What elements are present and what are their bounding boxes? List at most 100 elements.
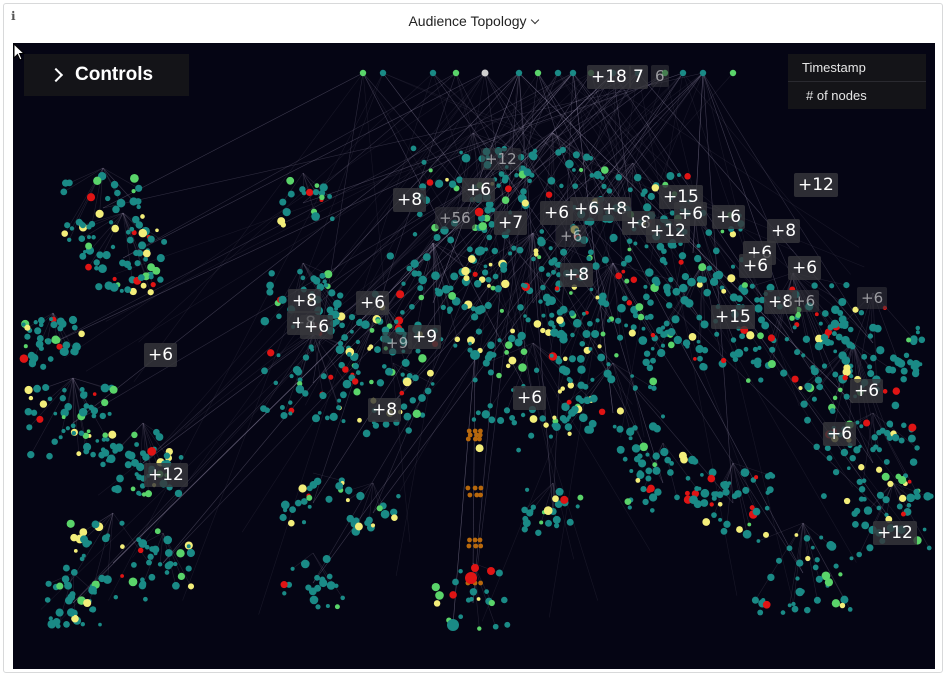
graph-node <box>559 331 568 340</box>
graph-node <box>279 405 285 410</box>
cluster-count-label[interactable]: +12 <box>646 219 690 243</box>
graph-node <box>720 481 727 488</box>
cluster-count-label[interactable]: +6 <box>513 386 547 410</box>
graph-node <box>678 252 687 260</box>
graph-node <box>525 317 531 323</box>
graph-edge <box>263 332 314 409</box>
graph-node <box>355 339 361 345</box>
graph-node <box>832 395 838 401</box>
graph-node <box>700 320 709 329</box>
graph-node <box>521 526 528 533</box>
cluster-count-label[interactable]: +6 <box>850 379 884 403</box>
graph-edge <box>304 72 486 406</box>
graph-node <box>582 329 591 339</box>
graph-node <box>261 367 268 375</box>
cluster-count-label[interactable]: +6 <box>788 256 822 280</box>
graph-node <box>326 573 333 580</box>
cluster-count-label[interactable]: +7 <box>494 211 528 235</box>
cluster-count-label[interactable]: +12 <box>481 148 521 170</box>
graph-node <box>343 381 350 388</box>
graph-node <box>907 479 912 484</box>
topology-canvas[interactable]: Controls Timestamp # of nodes +18 7 6 +12 +6… <box>13 43 935 669</box>
controls-toggle[interactable]: Controls <box>24 54 189 96</box>
cluster-count-label[interactable]: +56 <box>435 207 475 229</box>
cluster-count-label[interactable]: +12 <box>794 173 838 197</box>
cluster-count-label[interactable]: +6 <box>712 205 746 229</box>
cluster-count-label[interactable]: 7 <box>629 65 648 89</box>
graph-node <box>509 414 516 421</box>
graph-node <box>858 496 865 502</box>
graph-node <box>646 364 654 372</box>
cluster-count-label[interactable]: +8 <box>767 219 801 243</box>
cluster-count-label[interactable]: +6 <box>739 254 773 278</box>
graph-node <box>818 321 823 326</box>
graph-node <box>53 411 58 416</box>
cluster-count-label[interactable]: +6 <box>300 315 334 339</box>
graph-node <box>702 518 711 526</box>
graph-node <box>889 354 898 362</box>
graph-node <box>833 563 839 569</box>
graph-node <box>914 445 920 451</box>
cluster-count-label[interactable]: +12 <box>144 463 188 487</box>
graph-node <box>578 413 588 423</box>
graph-node <box>651 184 660 192</box>
graph-node <box>376 379 385 387</box>
graph-node <box>454 336 461 343</box>
cluster-count-label[interactable]: +9 <box>408 325 442 349</box>
cluster-count-label[interactable]: +6 <box>462 178 496 202</box>
graph-node <box>621 295 628 302</box>
graph-node <box>399 390 405 396</box>
cluster-count-label[interactable]: +6 <box>356 291 390 315</box>
graph-node <box>310 347 315 352</box>
cluster-count-label[interactable]: +6 <box>556 225 587 247</box>
graph-node <box>906 503 912 508</box>
graph-node <box>838 315 847 324</box>
graph-node <box>866 544 874 552</box>
graph-node <box>721 288 727 294</box>
mouse-cursor-icon <box>13 43 26 61</box>
graph-node <box>88 585 97 595</box>
graph-node <box>264 407 270 414</box>
graph-node <box>637 470 643 476</box>
cluster-count-label[interactable]: +8 <box>560 263 594 287</box>
graph-node <box>645 268 654 277</box>
graph-node <box>635 303 644 311</box>
graph-node <box>610 238 615 243</box>
graph-node <box>531 256 536 262</box>
cluster-count-label[interactable]: +15 <box>711 305 755 329</box>
graph-node <box>555 357 563 365</box>
graph-node <box>716 491 724 499</box>
graph-node <box>537 255 542 260</box>
graph-node <box>551 422 557 428</box>
cluster-count-label[interactable]: +12 <box>873 521 917 545</box>
graph-node <box>299 186 306 193</box>
graph-node <box>478 222 488 231</box>
graph-node <box>138 581 147 590</box>
cluster-count-label[interactable]: 6 <box>651 65 669 87</box>
cluster-count-label[interactable]: +8 <box>393 188 427 212</box>
graph-node <box>49 317 53 322</box>
cluster-count-label[interactable]: +8 <box>288 289 322 313</box>
graph-node <box>657 348 666 358</box>
panel-title-menu[interactable]: Audience Topology <box>4 13 942 29</box>
graph-node <box>312 188 320 196</box>
graph-node <box>400 403 408 410</box>
graph-node <box>869 323 878 332</box>
cluster-count-label[interactable]: +6 <box>144 343 178 367</box>
graph-node <box>374 346 381 354</box>
cluster-count-label[interactable]: +6 <box>540 201 574 225</box>
graph-node <box>588 249 594 256</box>
graph-node <box>784 336 790 342</box>
graph-node <box>334 604 340 610</box>
cluster-count-label[interactable]: +6 <box>789 290 820 312</box>
graph-node <box>280 411 288 420</box>
graph-node <box>852 521 859 528</box>
graph-node <box>684 173 691 180</box>
graph-node <box>856 551 862 558</box>
cluster-count-label[interactable]: +8 <box>368 398 402 422</box>
graph-edge <box>799 522 804 564</box>
cluster-count-label[interactable]: +18 <box>587 65 631 89</box>
cluster-count-label[interactable]: +6 <box>857 287 888 309</box>
graph-node <box>650 357 656 364</box>
cluster-count-label[interactable]: +6 <box>823 422 857 446</box>
